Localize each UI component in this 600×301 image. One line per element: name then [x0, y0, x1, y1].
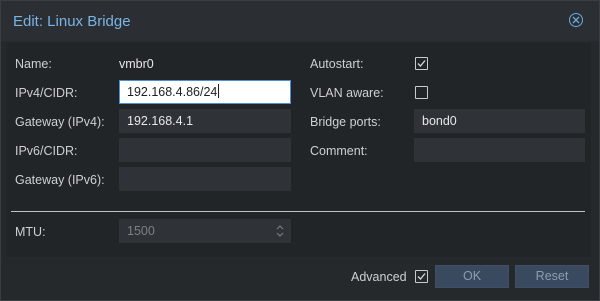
ok-button[interactable]: OK — [435, 265, 509, 288]
dialog-title: Edit: Linux Bridge — [13, 13, 131, 30]
mtu-value: 1500 — [127, 224, 155, 238]
ipv6-cidr-input[interactable] — [119, 138, 291, 162]
check-icon — [417, 273, 426, 280]
ipv4-label: IPv4/CIDR: — [15, 86, 78, 100]
section-divider — [11, 211, 585, 212]
name-label: Name: — [15, 57, 52, 71]
comment-label: Comment: — [310, 144, 368, 158]
spinner-arrows-icon[interactable] — [276, 224, 284, 238]
vlan-aware-label: VLAN aware: — [310, 86, 384, 100]
comment-input[interactable] — [414, 138, 585, 162]
bridge-ports-input[interactable]: bond0 — [414, 109, 585, 133]
vlan-aware-checkbox[interactable] — [415, 86, 428, 99]
gateway-ipv6-input[interactable] — [119, 167, 291, 191]
advanced-label: Advanced — [351, 270, 407, 284]
ipv4-cidr-value: 192.168.4.86/24 — [127, 85, 218, 99]
autostart-checkbox[interactable] — [415, 57, 428, 70]
close-icon[interactable] — [569, 13, 583, 27]
dialog-footer: Advanced — [1, 263, 599, 299]
autostart-label: Autostart: — [310, 57, 364, 71]
ipv4-cidr-input[interactable]: 192.168.4.86/24 — [119, 80, 291, 104]
gateway-ipv4-label: Gateway (IPv4): — [15, 115, 105, 129]
edit-linux-bridge-dialog: Edit: Linux Bridge Name: vmbr0 IPv4/CIDR… — [0, 0, 600, 301]
bridge-ports-label: Bridge ports: — [310, 115, 381, 129]
dialog-titlebar[interactable]: Edit: Linux Bridge — [1, 1, 599, 41]
reset-button[interactable]: Reset — [515, 265, 589, 288]
gateway-ipv6-label: Gateway (IPv6): — [15, 173, 105, 187]
advanced-checkbox[interactable] — [415, 270, 428, 283]
check-icon — [417, 60, 426, 67]
mtu-label: MTU: — [15, 225, 46, 239]
gateway-ipv4-input[interactable]: 192.168.4.1 — [119, 109, 291, 133]
ipv6-label: IPv6/CIDR: — [15, 144, 78, 158]
name-value: vmbr0 — [119, 57, 154, 71]
form-panel: Name: vmbr0 IPv4/CIDR: 192.168.4.86/24 G… — [7, 43, 591, 257]
mtu-input[interactable]: 1500 — [119, 219, 291, 243]
text-caret — [218, 84, 220, 98]
